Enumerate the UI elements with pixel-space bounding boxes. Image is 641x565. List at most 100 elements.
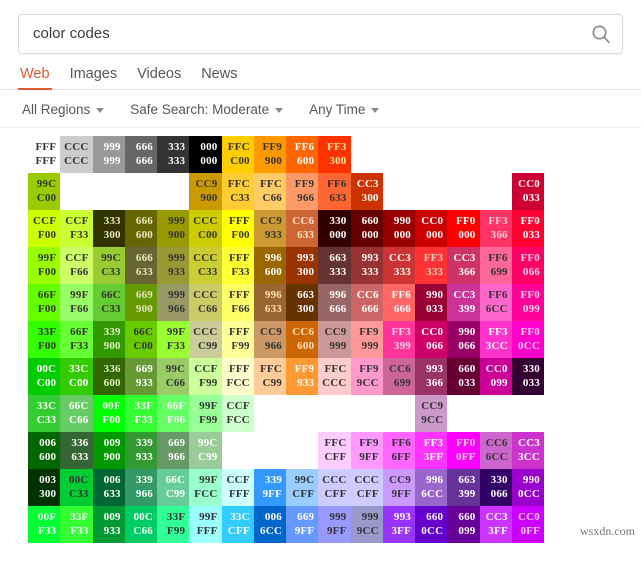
color-cell[interactable]: CC9 9CC [415,395,448,432]
color-cell[interactable]: FF3 300 [318,136,351,173]
color-cell[interactable]: CC6 699 [382,358,415,395]
color-cell[interactable]: FF6 600 [286,136,319,173]
color-cell[interactable]: CC0 000 [415,210,448,247]
color-cell[interactable]: CCC C66 [189,284,222,321]
color-cell[interactable]: 660 000 [350,210,383,247]
color-cell[interactable]: 993 300 [286,247,319,284]
color-cell[interactable]: 666 666 [124,136,157,173]
color-cell[interactable]: CCC C33 [189,247,222,284]
color-cell[interactable]: CCF F99 [189,358,222,395]
color-cell[interactable]: 993 366 [415,358,448,395]
color-cell[interactable]: FF9 999 [350,321,383,358]
color-cell[interactable]: FF9 9CC [350,358,383,395]
color-cell[interactable]: 336 600 [92,358,125,395]
color-cell[interactable]: 99C C66 [157,358,190,395]
color-cell[interactable]: 339 900 [92,321,125,358]
color-cell[interactable]: CC3 399 [447,284,480,321]
color-cell[interactable]: 99F F33 [157,321,190,358]
color-cell[interactable]: CC9 933 [253,210,286,247]
color-cell[interactable]: 00C C00 [28,358,61,395]
color-cell[interactable]: 990 033 [415,284,448,321]
color-cell[interactable]: FFF F66 [221,284,254,321]
color-cell[interactable]: CCF F66 [60,247,93,284]
color-cell[interactable]: 666 633 [124,247,157,284]
color-cell[interactable]: CC0 066 [415,321,448,358]
color-cell[interactable]: FF6 666 [382,284,415,321]
color-cell[interactable]: 009 900 [92,432,125,469]
color-cell[interactable]: 339 9FF [253,469,286,506]
color-cell[interactable]: 669 900 [124,284,157,321]
color-cell[interactable]: 99C CFF [286,469,319,506]
color-cell[interactable]: 999 9FF [318,506,351,543]
filter-time[interactable]: Any Time [309,102,380,117]
color-cell[interactable]: CC0 0FF [511,506,544,543]
color-cell[interactable]: 330 000 [318,210,351,247]
color-cell[interactable]: 663 333 [318,247,351,284]
color-cell[interactable]: 66C C33 [92,284,125,321]
color-cell[interactable]: 993 3FF [382,506,415,543]
color-cell[interactable]: 33F F99 [157,506,190,543]
color-cell[interactable]: 999 966 [157,284,190,321]
color-cell[interactable]: CC6 6CC [479,432,512,469]
color-cell[interactable]: CC3 333 [382,247,415,284]
color-cell[interactable]: 999 900 [157,210,190,247]
color-cell[interactable]: 663 300 [286,284,319,321]
color-cell[interactable]: 990 066 [447,321,480,358]
tab-news[interactable]: News [201,66,237,90]
color-cell[interactable]: 33F F00 [28,321,61,358]
color-cell[interactable]: FFC C33 [221,173,254,210]
color-cell[interactable]: 99F FFF [189,506,222,543]
color-cell[interactable]: 666 600 [124,210,157,247]
color-cell[interactable]: 33C C33 [28,395,61,432]
color-cell[interactable]: CCF FCC [221,395,254,432]
color-cell[interactable]: 993 333 [350,247,383,284]
color-cell[interactable]: 339 966 [124,469,157,506]
color-cell[interactable]: 00F F00 [92,395,125,432]
color-cell[interactable]: 99C C99 [189,432,222,469]
color-cell[interactable]: CC6 633 [286,210,319,247]
color-cell[interactable]: 333 300 [92,210,125,247]
color-cell[interactable]: 00F F33 [28,506,61,543]
color-cell[interactable]: FFF F33 [221,247,254,284]
color-cell[interactable]: CC6 600 [286,321,319,358]
color-cell[interactable]: 006 6CC [253,506,286,543]
color-cell[interactable]: FF0 0CC [511,321,544,358]
color-cell[interactable]: 999 999 [92,136,125,173]
color-cell[interactable]: 330 066 [479,469,512,506]
color-cell[interactable]: 669 9FF [286,506,319,543]
color-cell[interactable]: 99F F00 [28,247,61,284]
color-cell[interactable]: 006 633 [92,469,125,506]
color-cell[interactable]: 336 633 [60,432,93,469]
color-cell[interactable]: CCC C99 [189,321,222,358]
filter-region[interactable]: All Regions [22,102,105,117]
color-cell[interactable]: CC3 300 [350,173,383,210]
color-cell[interactable]: 00C C33 [60,469,93,506]
tab-images[interactable]: Images [70,66,118,90]
color-cell[interactable]: 660 0CC [415,506,448,543]
color-cell[interactable]: FF3 333 [415,247,448,284]
color-cell[interactable]: FF3 366 [479,210,512,247]
color-cell[interactable]: CCC CCC [60,136,93,173]
color-cell[interactable]: FFF FCC [221,358,254,395]
color-cell[interactable]: 663 399 [447,469,480,506]
color-cell[interactable]: FF3 399 [382,321,415,358]
color-cell[interactable]: 003 300 [28,469,61,506]
color-cell[interactable]: FFC CFF [318,432,351,469]
color-cell[interactable]: FF0 099 [511,284,544,321]
color-cell[interactable]: CC9 999 [318,321,351,358]
color-cell[interactable]: CCF F00 [28,210,61,247]
color-cell[interactable]: 000 000 [189,136,222,173]
color-cell[interactable]: 33C CFF [221,506,254,543]
color-cell[interactable]: FF9 900 [253,136,286,173]
color-cell[interactable]: 999 9CC [350,506,383,543]
color-cell[interactable]: 99C C00 [28,173,61,210]
color-cell[interactable]: FF3 3CC [479,321,512,358]
color-cell[interactable]: 99F F99 [189,395,222,432]
color-cell[interactable]: FFC C00 [221,136,254,173]
color-cell[interactable]: 33C C00 [60,358,93,395]
tab-web[interactable]: Web [18,66,52,90]
color-cell[interactable]: 99F F66 [60,284,93,321]
color-cell[interactable]: CCC C00 [189,210,222,247]
color-cell[interactable]: 99F FCC [189,469,222,506]
color-cell[interactable]: 66F F66 [157,395,190,432]
